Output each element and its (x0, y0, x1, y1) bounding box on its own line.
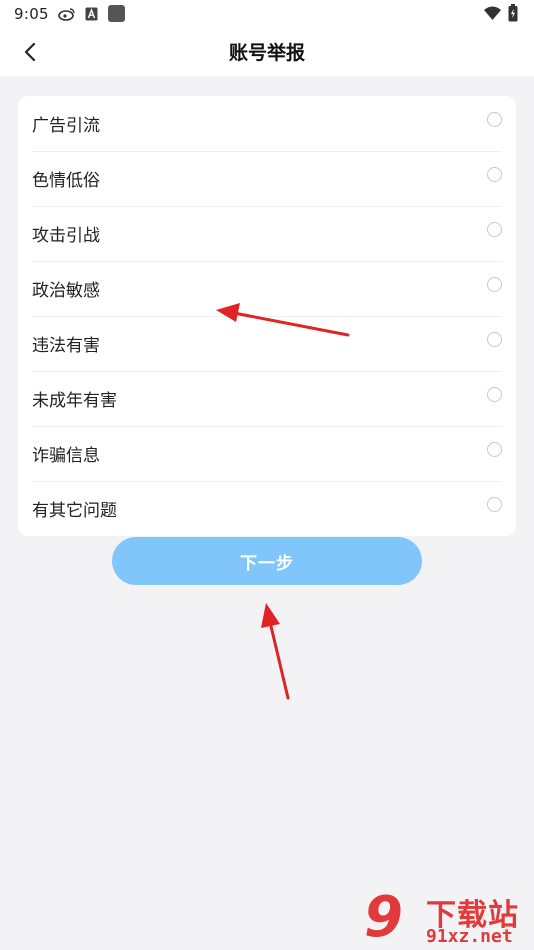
radio-button[interactable] (487, 442, 502, 457)
watermark-mark: 9 (364, 885, 403, 950)
status-time: 9:05 (14, 5, 49, 23)
option-label: 政治敏感 (32, 281, 100, 301)
radio-button[interactable] (487, 112, 502, 127)
report-option-vulgar[interactable]: 色情低俗 (18, 151, 516, 206)
radio-button[interactable] (487, 387, 502, 402)
report-option-other[interactable]: 有其它问题 (18, 481, 516, 536)
option-label: 广告引流 (32, 116, 100, 136)
option-label: 违法有害 (32, 336, 100, 356)
page-title: 账号举报 (228, 42, 305, 64)
report-option-minor[interactable]: 未成年有害 (18, 371, 516, 426)
report-option-fraud[interactable]: 诈骗信息 (18, 426, 516, 481)
report-option-political[interactable]: 政治敏感 (18, 261, 516, 316)
status-bar: 9:05 (0, 0, 534, 28)
report-reason-list: 广告引流 色情低俗 攻击引战 政治敏感 违法有害 未成年有害 诈骗信息 有其它问… (18, 96, 516, 536)
wifi-icon (484, 6, 501, 20)
option-label: 色情低俗 (32, 171, 100, 191)
option-label: 未成年有害 (32, 391, 117, 411)
option-label: 有其它问题 (32, 501, 117, 521)
app-a-icon (85, 7, 98, 21)
radio-button[interactable] (487, 167, 502, 182)
radio-button[interactable] (487, 497, 502, 512)
radio-button[interactable] (487, 222, 502, 237)
report-option-illegal[interactable]: 违法有害 (18, 316, 516, 371)
watermark-url: 91xz.net (426, 926, 513, 947)
battery-icon (508, 4, 518, 22)
weibo-icon (58, 8, 75, 21)
watermark-logo: 9 下载站 91xz.net (364, 888, 534, 950)
option-label: 诈骗信息 (32, 446, 100, 466)
radio-button[interactable] (487, 277, 502, 292)
report-option-attack[interactable]: 攻击引战 (18, 206, 516, 261)
report-option-ad[interactable]: 广告引流 (18, 96, 516, 151)
radio-button[interactable] (487, 332, 502, 347)
option-label: 攻击引战 (32, 226, 100, 246)
notification-square-icon (108, 5, 125, 22)
header: 账号举报 (0, 28, 534, 76)
next-step-button[interactable]: 下一步 (112, 537, 422, 585)
